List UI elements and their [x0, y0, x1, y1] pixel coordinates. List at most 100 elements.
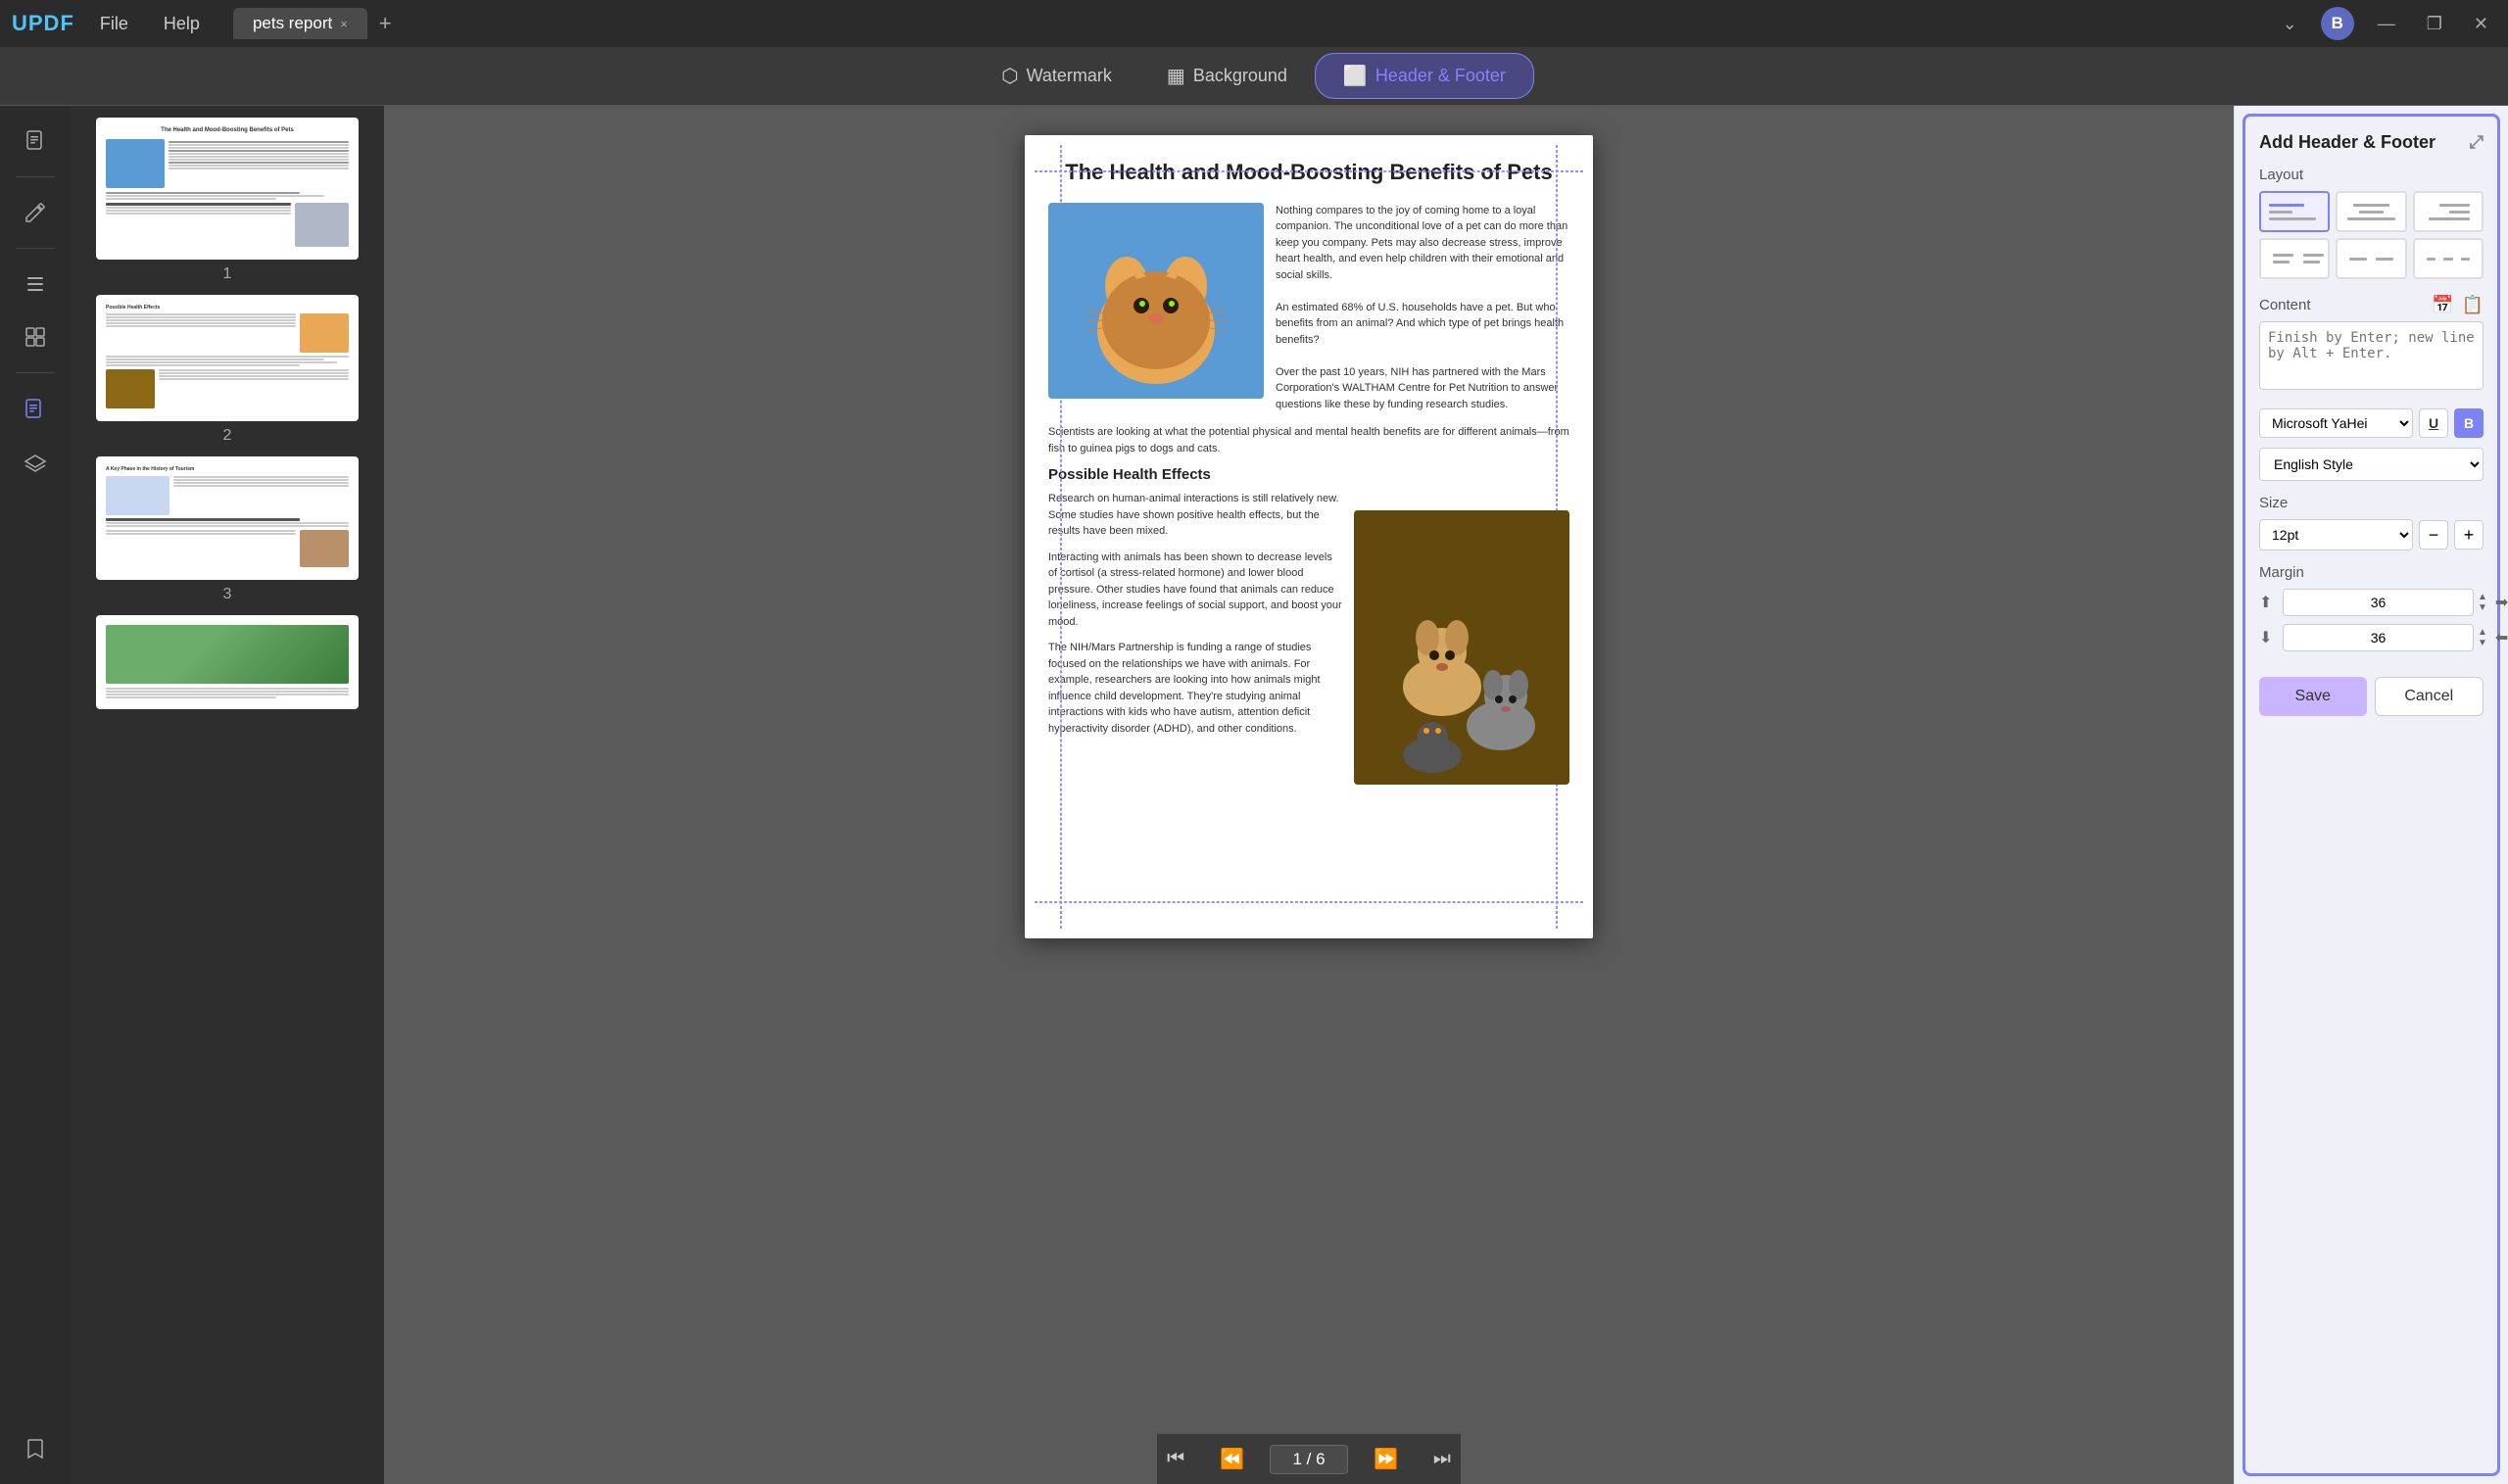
- window-nav-icon: ⌄: [2275, 12, 2305, 36]
- margin-top-icon: ⬆: [2259, 593, 2279, 612]
- thumbnail-page-4[interactable]: [78, 615, 376, 715]
- sidebar-item-pages[interactable]: [12, 385, 59, 432]
- header-footer-label: Header & Footer: [1375, 66, 1506, 86]
- content-body: The Health and Mood-Boosting Benefits of…: [0, 106, 2508, 1484]
- margin-label: Margin: [2259, 564, 2484, 581]
- file-icon[interactable]: 📋: [2462, 295, 2484, 315]
- size-control: 12pt − +: [2259, 519, 2484, 551]
- style-select[interactable]: English Style: [2259, 448, 2484, 481]
- right-panel-inner: Add Header & Footer ⤢ Layout: [2243, 114, 2500, 1476]
- size-select[interactable]: 12pt: [2259, 519, 2413, 551]
- footer-guide-bottom: [1035, 901, 1583, 903]
- doc-page-title: The Health and Mood-Boosting Benefits of…: [1048, 159, 1569, 187]
- margin-bottom-arrows: ▲ ▼: [2478, 628, 2487, 648]
- page-indicator: 1 / 6: [1270, 1445, 1348, 1474]
- margin-grid: ⬆ ▲ ▼ ➡ ▲: [2259, 589, 2484, 651]
- title-bar: UPDF File Help pets report × + ⌄ B — ❐ ✕: [0, 0, 2508, 47]
- margin-bottom-input[interactable]: [2283, 624, 2474, 651]
- margin-top-input[interactable]: [2283, 589, 2474, 616]
- doc-area: ‹ The Health and Mood-Boosting Benefits …: [384, 106, 2234, 1484]
- thumb-img-2: Possible Health Effects: [96, 295, 359, 422]
- toolbar-tab-watermark[interactable]: ⬡ Watermark: [974, 54, 1139, 98]
- size-decrease-btn[interactable]: −: [2419, 520, 2448, 550]
- header-footer-icon: ⬜: [1343, 64, 1368, 88]
- sidebar-item-bookmark[interactable]: [12, 1425, 59, 1472]
- tab-pets-report[interactable]: pets report ×: [233, 8, 367, 39]
- page-container: The Health and Mood-Boosting Benefits of…: [1025, 135, 1593, 938]
- sidebar-item-list[interactable]: [12, 261, 59, 308]
- margin-bottom-up-btn[interactable]: ▲: [2478, 628, 2487, 638]
- last-page-btn[interactable]: ⏭: [1423, 1442, 1461, 1476]
- thumbnail-page-1[interactable]: The Health and Mood-Boosting Benefits of…: [78, 118, 376, 283]
- menu-file[interactable]: File: [90, 10, 138, 38]
- panel-title: Add Header & Footer ⤢: [2259, 132, 2484, 153]
- layout-option-1[interactable]: [2259, 191, 2330, 232]
- first-page-btn[interactable]: ⏮: [1157, 1442, 1194, 1476]
- style-select-row: English Style: [2259, 448, 2484, 481]
- next-page-btn[interactable]: ⏩: [1364, 1441, 1408, 1477]
- doc-page-wrapper: The Health and Mood-Boosting Benefits of…: [1025, 135, 1593, 1404]
- layout-option-6[interactable]: [2413, 238, 2484, 279]
- layout-option-5[interactable]: [2336, 238, 2406, 279]
- close-btn[interactable]: ✕: [2466, 12, 2496, 36]
- thumbnail-page-2[interactable]: Possible Health Effects: [78, 295, 376, 446]
- app-logo: UPDF: [12, 11, 74, 36]
- underline-btn[interactable]: U: [2419, 408, 2448, 438]
- sidebar-item-stack[interactable]: [12, 438, 59, 485]
- layout-option-2[interactable]: [2336, 191, 2406, 232]
- content-icons: 📅 📋: [2432, 295, 2484, 315]
- new-tab-btn[interactable]: +: [371, 9, 400, 38]
- layout-option-4[interactable]: [2259, 238, 2330, 279]
- font-family-select[interactable]: Microsoft YaHei: [2259, 408, 2413, 438]
- margin-top-down-btn[interactable]: ▼: [2478, 603, 2487, 613]
- content-section: Content 📅 📋: [2259, 295, 2484, 395]
- tab-bar: pets report × +: [233, 8, 400, 39]
- window-controls: ⌄ B — ❐ ✕: [2275, 7, 2496, 40]
- calendar-icon[interactable]: 📅: [2432, 295, 2453, 315]
- panel-expand-icon[interactable]: ⤢: [2470, 132, 2484, 153]
- background-label: Background: [1193, 66, 1287, 86]
- doc-dogs-image: [1354, 510, 1569, 785]
- left-sidebar: [0, 106, 71, 1484]
- margin-bottom-icon: ⬇: [2259, 628, 2279, 647]
- doc-text-block-1: Nothing compares to the joy of coming ho…: [1276, 203, 1569, 413]
- cancel-button[interactable]: Cancel: [2375, 677, 2484, 716]
- toolbar-tab-header-footer[interactable]: ⬜ Header & Footer: [1315, 53, 1534, 99]
- sidebar-item-edit[interactable]: [12, 189, 59, 236]
- sidebar-item-layers[interactable]: [12, 313, 59, 360]
- prev-page-btn[interactable]: ⏪: [1210, 1441, 1254, 1477]
- save-button[interactable]: Save: [2259, 677, 2367, 716]
- thumb-img-1: The Health and Mood-Boosting Benefits of…: [96, 118, 359, 260]
- content-input[interactable]: [2259, 321, 2484, 390]
- toolbar-tab-background[interactable]: ▦ Background: [1139, 54, 1315, 98]
- size-section: Size 12pt − +: [2259, 495, 2484, 551]
- doc-section-p2: Interacting with animals has been shown …: [1048, 550, 1342, 631]
- panel-buttons: Save Cancel: [2259, 667, 2484, 720]
- tab-close-btn[interactable]: ×: [340, 17, 348, 31]
- right-panel: Add Header & Footer ⤢ Layout: [2234, 106, 2508, 1484]
- doc-full-text: Scientists are looking at what the poten…: [1048, 424, 1569, 456]
- maximize-btn[interactable]: ❐: [2419, 12, 2450, 36]
- sidebar-item-document[interactable]: [12, 118, 59, 165]
- minimize-btn[interactable]: —: [2370, 12, 2403, 36]
- thumb-img-3: A Key Phase in the History of Tourism: [96, 456, 359, 580]
- page-separator: /: [1307, 1450, 1316, 1468]
- margin-right-item: ➡ ▲ ▼: [2495, 589, 2508, 616]
- layout-option-3[interactable]: [2413, 191, 2484, 232]
- watermark-label: Watermark: [1027, 66, 1112, 86]
- margin-top-arrows: ▲ ▼: [2478, 593, 2487, 613]
- margin-right-icon: ➡: [2495, 593, 2508, 612]
- user-avatar[interactable]: B: [2321, 7, 2354, 40]
- size-label: Size: [2259, 495, 2484, 511]
- bold-btn[interactable]: B: [2454, 408, 2484, 438]
- menu-help[interactable]: Help: [154, 10, 210, 38]
- bottom-nav: ⏮ ⏪ 1 / 6 ⏩ ⏭: [1157, 1433, 1461, 1484]
- margin-bottom-item: ⬇ ▲ ▼: [2259, 624, 2487, 651]
- background-icon: ▦: [1167, 64, 1185, 88]
- doc-scroll[interactable]: The Health and Mood-Boosting Benefits of…: [384, 106, 2234, 1433]
- margin-bottom-down-btn[interactable]: ▼: [2478, 639, 2487, 648]
- panel-title-text: Add Header & Footer: [2259, 132, 2436, 153]
- size-increase-btn[interactable]: +: [2454, 520, 2484, 550]
- margin-top-up-btn[interactable]: ▲: [2478, 593, 2487, 602]
- thumbnail-page-3[interactable]: A Key Phase in the History of Tourism: [78, 456, 376, 603]
